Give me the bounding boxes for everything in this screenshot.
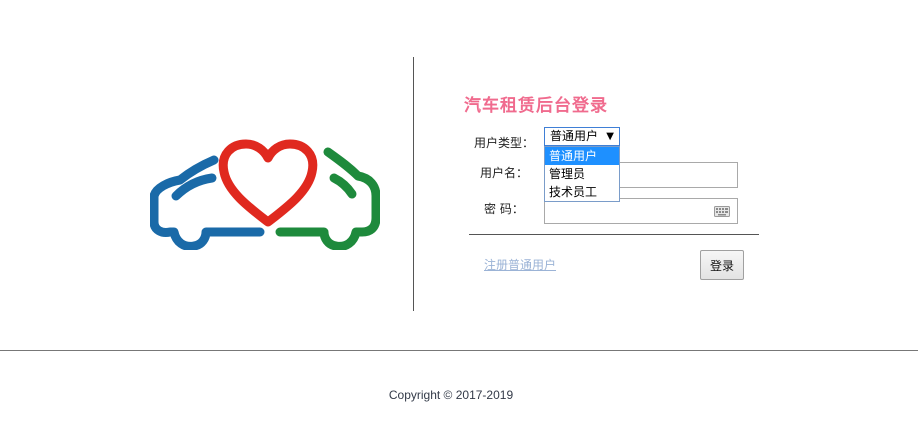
user-type-selected-value: 普通用户	[550, 129, 599, 143]
register-link[interactable]: 注册普通用户	[484, 256, 556, 273]
user-type-label: 用户类型：	[474, 136, 535, 150]
username-label: 用户名：	[480, 166, 529, 180]
form-divider	[469, 234, 759, 235]
login-button[interactable]: 登录	[700, 250, 744, 280]
user-type-option-normal[interactable]: 普通用户	[545, 147, 619, 165]
user-type-dropdown: 普通用户 管理员 技术员工	[544, 146, 620, 202]
login-title: 汽车租赁后台登录	[464, 96, 608, 116]
chevron-down-icon: ▼	[606, 131, 614, 142]
user-type-option-admin[interactable]: 管理员	[545, 165, 619, 183]
vertical-divider	[413, 57, 414, 311]
footer-divider	[0, 350, 918, 351]
car-heart-logo	[150, 139, 380, 250]
password-label: 密 码：	[484, 202, 524, 216]
copyright-text: Copyright © 2017-2019	[388, 388, 514, 402]
user-type-option-technician[interactable]: 技术员工	[545, 183, 619, 201]
user-type-select[interactable]: 普通用户 ▼	[544, 127, 620, 146]
login-page: 汽车租赁后台登录 用户类型： 普通用户 ▼ 普通用户 管理员 技术员工 用户名：…	[0, 0, 918, 423]
keyboard-icon[interactable]	[714, 206, 730, 217]
